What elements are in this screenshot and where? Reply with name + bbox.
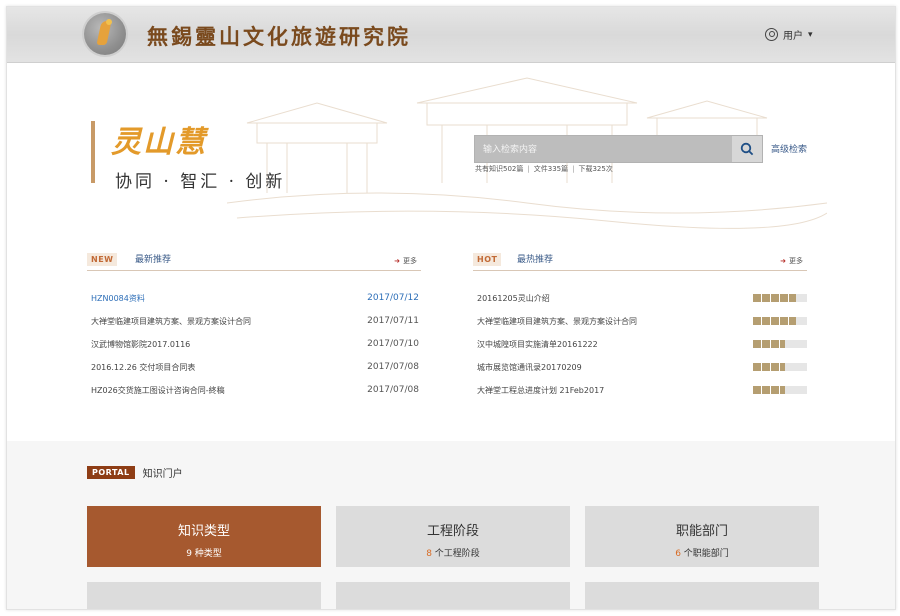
item-title[interactable]: 大禅堂工程总进度计划 21Feb2017 (477, 385, 604, 396)
item-title[interactable]: 20161205灵山介绍 (477, 293, 550, 304)
more-label: 更多 (789, 257, 803, 265)
list-item[interactable]: HZN0084资料 2017/07/12 (87, 289, 421, 312)
more-link[interactable]: ➜ 更多 (780, 256, 803, 266)
list-item[interactable]: 汉武博物馆影院2017.0116 2017/07/10 (87, 335, 421, 358)
more-label: 更多 (403, 257, 417, 265)
item-date: 2017/07/11 (367, 316, 419, 326)
hot-recommend-section: HOT 最热推荐 ➜ 更多 20161205灵山介绍 大禅堂临建项目建筑方案、景观… (473, 252, 807, 404)
portal-title: 知识门户 (142, 469, 183, 480)
slogan-accent-bar (91, 121, 95, 183)
arrow-right-icon: ➜ (780, 257, 786, 265)
heat-bar (753, 317, 807, 325)
user-icon (765, 28, 778, 41)
item-date: 2017/07/10 (367, 339, 419, 349)
search-input[interactable] (475, 136, 725, 162)
section-title: 最热推荐 (517, 255, 554, 265)
tile-name: 工程阶段 (426, 524, 479, 539)
tile-row2-3[interactable] (585, 582, 819, 609)
item-title[interactable]: 大禅堂临建项目建筑方案、景观方案设计合同 (91, 316, 251, 327)
user-label: 用户 (783, 31, 803, 42)
hot-badge: HOT (473, 253, 502, 266)
item-title[interactable]: 城市展览馆通讯录20170209 (477, 362, 582, 373)
portal-header: PORTAL 知识门户 (87, 465, 183, 480)
item-title[interactable]: HZN0084资料 (91, 293, 145, 304)
tile-count: 8 个工程阶段 (426, 549, 480, 559)
latest-recommend-section: NEW 最新推荐 ➜ 更多 HZN0084资料 2017/07/12 大禅堂临建项目… (87, 252, 421, 404)
page-frame: 無錫靈山文化旅遊研究院 用户 ▾ 灵山慧 协同 · 智汇 · 创新 输入检索内容… (6, 6, 896, 610)
list-item[interactable]: 汉中城隍项目实施清单20161222 (473, 335, 807, 358)
list-item[interactable]: 20161205灵山介绍 (473, 289, 807, 312)
section-header: HOT 最热推荐 ➜ 更多 (473, 252, 807, 271)
institute-logo[interactable] (84, 13, 126, 55)
site-title: 無錫靈山文化旅遊研究院 (147, 24, 411, 49)
hero-banner: 灵山慧 协同 · 智汇 · 创新 高级检索 共有知识502篇|文件335篇|下载… (7, 63, 895, 243)
section-title: 最新推荐 (135, 255, 172, 265)
item-title[interactable]: 汉中城隍项目实施清单20161222 (477, 339, 598, 350)
tile-row2-2[interactable] (336, 582, 570, 609)
more-link[interactable]: ➜ 更多 (394, 256, 417, 266)
item-title[interactable]: 2016.12.26 交付项目合同表 (91, 362, 195, 373)
item-title[interactable]: HZ026交货施工图设计咨询合同-終稿 (91, 385, 225, 396)
tile-count: 6 个职能部门 (675, 549, 729, 559)
heat-bar (753, 294, 807, 302)
list-item[interactable]: 大禅堂临建项目建筑方案、景观方案设计合同 2017/07/11 (87, 312, 421, 335)
tile-name: 职能部门 (675, 524, 728, 539)
section-header: NEW 最新推荐 ➜ 更多 (87, 252, 421, 271)
tile-count: 9 种类型 (186, 549, 222, 559)
search-box (474, 135, 763, 163)
stat-file-count: 文件335篇 (533, 165, 569, 173)
user-menu[interactable]: 用户 ▾ (765, 27, 813, 42)
stat-download-count: 下载325次 (578, 165, 613, 173)
portal-badge: PORTAL (87, 466, 135, 479)
heat-bar (753, 363, 807, 371)
advanced-search-link[interactable]: 高级检索 (771, 142, 807, 155)
list-item[interactable]: 2016.12.26 交付项目合同表 2017/07/08 (87, 358, 421, 381)
tile-knowledge-type[interactable]: 知识类型 9 种类型 (87, 506, 321, 567)
item-title[interactable]: 大禅堂临建项目建筑方案、景观方案设计合同 (477, 316, 637, 327)
search-icon (740, 142, 754, 156)
item-title[interactable]: 汉武博物馆影院2017.0116 (91, 339, 190, 350)
heat-bar (753, 340, 807, 348)
arrow-right-icon: ➜ (394, 257, 400, 265)
heat-bar (753, 386, 807, 394)
search-button[interactable] (732, 136, 762, 162)
chevron-down-icon: ▾ (808, 29, 813, 40)
tile-name: 知识类型 (177, 524, 230, 539)
list-item[interactable]: HZ026交货施工图设计咨询合同-終稿 2017/07/08 (87, 381, 421, 404)
list-item[interactable]: 大禅堂临建项目建筑方案、景观方案设计合同 (473, 312, 807, 335)
item-date: 2017/07/08 (367, 385, 419, 395)
tile-departments[interactable]: 职能部门 6 个职能部门 (585, 506, 819, 567)
new-badge: NEW (87, 253, 118, 266)
stat-knowledge-count: 共有知识502篇 (475, 165, 524, 173)
slogan-subtitle: 协同 · 智汇 · 创新 (115, 172, 286, 192)
top-header: 無錫靈山文化旅遊研究院 用户 ▾ (7, 7, 895, 63)
list-item[interactable]: 城市展览馆通讯录20170209 (473, 358, 807, 381)
tile-project-phase[interactable]: 工程阶段 8 个工程阶段 (336, 506, 570, 567)
knowledge-stats: 共有知识502篇 | 文件335篇 | 下载325次 (475, 165, 613, 173)
list-item[interactable]: 大禅堂工程总进度计划 21Feb2017 (473, 381, 807, 404)
item-date: 2017/07/12 (367, 293, 419, 303)
slogan-title: 灵山慧 (111, 125, 207, 160)
item-date: 2017/07/08 (367, 362, 419, 372)
tile-row2-1[interactable] (87, 582, 321, 609)
knowledge-portal: PORTAL 知识门户 知识类型 9 种类型 工程阶段 8 个工程阶段 职能部门… (7, 441, 895, 609)
